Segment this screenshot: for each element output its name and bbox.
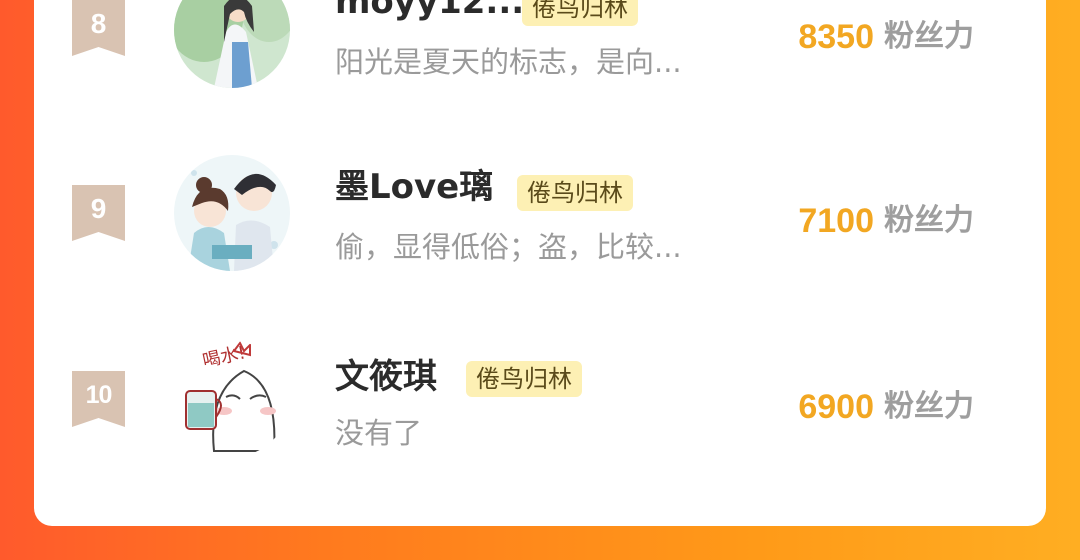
fan-power-label: 粉丝力 <box>884 203 974 238</box>
group-tag: 倦鸟归林 <box>522 0 638 26</box>
user-description: 阳光是夏天的标志，是向... <box>335 45 682 79</box>
avatar-image <box>174 0 290 88</box>
rank-number: 10 <box>85 380 113 409</box>
rank-number: 8 <box>90 8 107 39</box>
rank-badge: 10 <box>72 371 125 427</box>
rank-badge: 8 <box>72 0 125 56</box>
rank-number: 9 <box>90 193 107 224</box>
avatar-image: 喝水! <box>174 341 290 457</box>
ranking-card: 8 moyy12... 倦鸟归林 阳光是夏天的标志，是向... 8350 粉丝力… <box>34 0 1046 526</box>
fan-power-score: 7100 <box>798 202 874 240</box>
user-name: 文筱琪 <box>335 357 437 397</box>
fan-power-score: 6900 <box>798 388 874 426</box>
group-tag: 倦鸟归林 <box>466 361 582 397</box>
user-description: 没有了 <box>335 416 423 450</box>
group-tag: 倦鸟归林 <box>517 175 633 211</box>
fan-power-label: 粉丝力 <box>884 389 974 424</box>
avatar[interactable]: 喝水! <box>174 341 290 457</box>
user-description: 偷，显得低俗；盗，比较... <box>335 230 682 264</box>
fan-power-score: 8350 <box>798 18 874 56</box>
rank-badge: 9 <box>72 185 125 241</box>
avatar[interactable] <box>174 0 290 88</box>
user-name: moyy12... <box>335 0 525 22</box>
avatar-image <box>174 155 290 271</box>
list-item[interactable]: 8 moyy12... 倦鸟归林 阳光是夏天的标志，是向... 8350 粉丝力 <box>34 0 1046 110</box>
user-name: 墨Love璃 <box>335 167 494 207</box>
avatar[interactable] <box>174 155 290 271</box>
list-item[interactable]: 9 墨Love璃 倦鸟归林 偷，显得低俗；盗，比较... 7100 粉丝力 <box>34 145 1046 295</box>
fan-power-label: 粉丝力 <box>884 19 974 54</box>
list-item[interactable]: 10 喝水! 文筱琪 倦鸟归林 没有了 6900 粉丝力 <box>34 331 1046 481</box>
